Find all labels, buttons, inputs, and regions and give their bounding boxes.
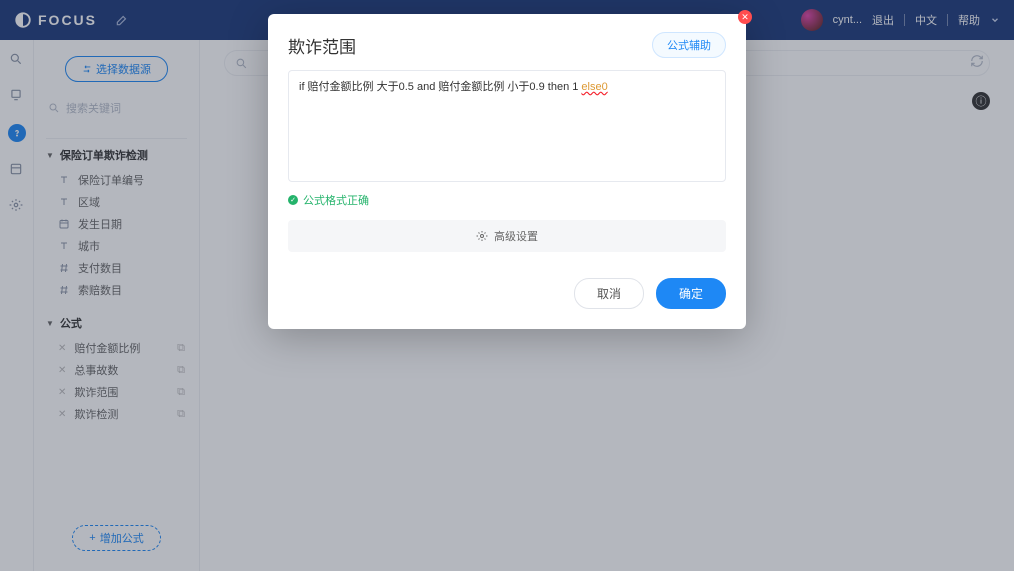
- check-icon: ✓: [288, 195, 298, 205]
- gear-icon: [476, 230, 488, 242]
- advanced-label: 高级设置: [494, 228, 538, 244]
- formula-editor[interactable]: if 赔付金额比例 大于0.5 and 赔付金额比例 小于0.9 then 1 …: [288, 70, 726, 182]
- advanced-settings-toggle[interactable]: 高级设置: [288, 220, 726, 252]
- cancel-button[interactable]: 取消: [574, 278, 644, 309]
- ok-button[interactable]: 确定: [656, 278, 726, 309]
- formula-error-token: else0: [581, 81, 607, 93]
- formula-status: ✓ 公式格式正确: [288, 192, 726, 208]
- formula-text: if 赔付金额比例 大于0.5 and 赔付金额比例 小于0.9 then 1: [299, 81, 581, 93]
- modal-close-button[interactable]: ✕: [738, 10, 752, 24]
- formula-modal: ✕ 欺诈范围 公式辅助 if 赔付金额比例 大于0.5 and 赔付金额比例 小…: [268, 14, 746, 329]
- status-text: 公式格式正确: [303, 192, 369, 208]
- formula-assist-button[interactable]: 公式辅助: [652, 32, 726, 58]
- modal-title: 欺诈范围: [288, 33, 356, 58]
